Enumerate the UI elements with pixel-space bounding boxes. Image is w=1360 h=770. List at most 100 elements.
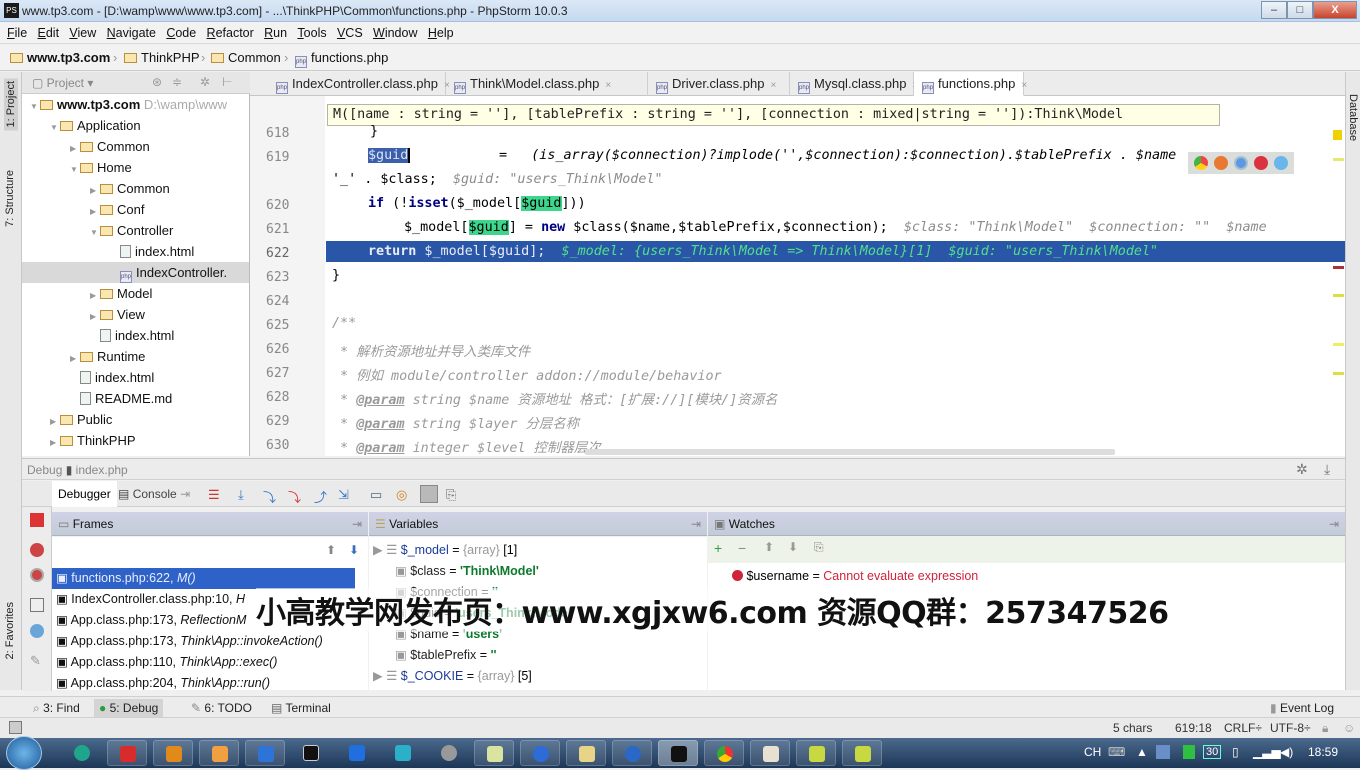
run-to-cursor-icon[interactable]: ⇲ [338, 487, 352, 502]
minimize-button[interactable]: – [1261, 1, 1287, 19]
step-over-icon[interactable]: ⤓ [238, 487, 252, 502]
collapse-all-icon[interactable]: ≑ [172, 75, 182, 89]
tray-app-icon[interactable] [1183, 745, 1195, 759]
taskbar-cmd[interactable] [291, 740, 331, 766]
taskbar-chrome[interactable] [704, 740, 744, 766]
taskbar-app[interactable] [383, 740, 423, 766]
tree-item[interactable]: ▶ Common [22, 136, 249, 157]
view-breakpoints-icon[interactable] [30, 543, 44, 557]
layout-icon[interactable] [30, 598, 44, 612]
editor-tab[interactable]: php functions.php × [914, 72, 1027, 96]
expanded-arrow-icon[interactable]: ▼ [90, 222, 100, 243]
toggle-icon[interactable] [420, 485, 438, 503]
tree-item[interactable]: README.md [22, 388, 249, 409]
close-tab-icon[interactable]: × [1021, 80, 1027, 91]
close-button[interactable]: X [1313, 1, 1357, 19]
ie-icon[interactable] [1274, 156, 1288, 170]
collapsed-arrow-icon[interactable]: ▶ [90, 201, 100, 222]
pin-icon[interactable]: ⇥ [352, 512, 362, 536]
tray-app-icon[interactable] [1156, 745, 1170, 759]
watch-icon[interactable]: ◎ [396, 487, 410, 502]
close-tab-icon[interactable]: × [605, 80, 611, 91]
add-watch-icon[interactable]: + [714, 540, 722, 556]
expand-arrow-icon[interactable]: ▶ [373, 669, 386, 683]
pin-icon[interactable]: ✎ [30, 653, 44, 668]
todo-tool-button[interactable]: ✎ 6: TODO [186, 699, 257, 717]
breadcrumb-root[interactable]: www.tp3.com [10, 50, 110, 65]
step-out-icon[interactable]: ⤴ [314, 487, 328, 505]
stop-icon[interactable] [30, 513, 44, 527]
tree-item[interactable]: ▶ ThinkPHP [22, 430, 249, 451]
taskbar-app[interactable] [245, 740, 285, 766]
menu-code[interactable]: Code [166, 26, 196, 40]
expanded-arrow-icon[interactable]: ▼ [70, 159, 80, 180]
frame-row[interactable]: ▣ App.class.php:204, Think\App::run() [52, 673, 355, 690]
line-separator[interactable]: CRLF÷ [1224, 721, 1262, 735]
keyboard-icon[interactable]: ⌨ [1108, 745, 1125, 759]
tree-item[interactable]: ▶ View [22, 304, 249, 325]
taskbar-app[interactable] [107, 740, 147, 766]
tree-item[interactable]: index.html [22, 325, 249, 346]
close-tab-icon[interactable]: × [770, 80, 776, 91]
editor-horizontal-scrollbar[interactable] [585, 449, 1115, 455]
code-editor[interactable]: 618 619 620 621 622 623 624 625 626 627 628 629 630 … [250, 96, 1345, 456]
start-button[interactable] [6, 736, 42, 770]
breadcrumb-common[interactable]: Common [211, 50, 281, 65]
menu-edit[interactable]: Edit [38, 26, 60, 40]
taskbar-app[interactable] [520, 740, 560, 766]
menu-file[interactable]: File [7, 26, 27, 40]
taskbar-app[interactable] [474, 740, 514, 766]
menu-run[interactable]: Run [264, 26, 287, 40]
editor-tab[interactable]: php IndexController.class.php × [268, 72, 450, 96]
taskbar-phpstorm[interactable] [658, 740, 698, 766]
clock[interactable]: 18:59 [1308, 745, 1338, 759]
up-arrow-icon[interactable]: ⬆ [326, 543, 336, 557]
hide-panel-icon[interactable]: ⊢ [222, 75, 232, 89]
tree-item[interactable]: ▶ Conf [22, 199, 249, 222]
menu-window[interactable]: Window [373, 26, 417, 40]
taskbar-app[interactable] [337, 740, 377, 766]
taskbar-explorer[interactable] [566, 740, 606, 766]
pin-icon[interactable]: ⇥ [1329, 512, 1339, 536]
collapsed-arrow-icon[interactable]: ▶ [50, 411, 60, 432]
project-tool-tab[interactable]: 1: Project [4, 78, 18, 131]
maximize-button[interactable]: □ [1287, 1, 1313, 19]
tree-item[interactable]: ▼ Application [22, 115, 249, 138]
tree-item[interactable]: index.html [22, 367, 249, 388]
menu-help[interactable]: Help [428, 26, 454, 40]
error-stripe-mark[interactable] [1333, 266, 1344, 269]
menu-tools[interactable]: Tools [297, 26, 326, 40]
file-encoding[interactable]: UTF-8÷ [1270, 721, 1311, 735]
database-tool-tab[interactable]: Database [1347, 94, 1359, 141]
move-up-icon[interactable]: ⬆ [764, 540, 774, 554]
sync-icon[interactable]: ⊛ [152, 75, 162, 89]
tree-item[interactable]: ▶ Runtime [22, 346, 249, 367]
tree-item[interactable]: ▼ Controller [22, 220, 249, 243]
console-tab[interactable]: ▤ Console ⇥ [118, 484, 190, 504]
lock-icon[interactable]: 🔒︎ [1322, 721, 1328, 736]
expanded-arrow-icon[interactable]: ▼ [50, 117, 60, 138]
show-hidden-icons[interactable]: ▲ [1136, 745, 1148, 759]
taskbar-app[interactable] [153, 740, 193, 766]
variable-row[interactable]: ▣ $tablePrefix = '' [395, 645, 497, 666]
evaluate-expression-icon[interactable]: ▭ [370, 487, 384, 502]
expanded-arrow-icon[interactable]: ▼ [30, 96, 40, 117]
menu-navigate[interactable]: Navigate [107, 26, 156, 40]
copy-icon[interactable]: ⎘ [814, 540, 824, 555]
structure-tool-tab[interactable]: 7: Structure [4, 170, 16, 227]
expand-arrow-icon[interactable]: ▶ [373, 543, 386, 557]
taskbar-app[interactable] [429, 740, 469, 766]
hide-panel-icon[interactable]: ⤓ [1324, 461, 1330, 478]
frame-row[interactable]: ▣ App.class.php:173, Think\App::invokeAc… [52, 631, 355, 652]
error-stripe-mark[interactable] [1333, 294, 1344, 297]
frame-row[interactable]: ▣ functions.php:622, M() [52, 568, 355, 589]
chrome-icon[interactable] [1194, 156, 1208, 170]
find-tool-button[interactable]: ⌕ 3: Find [28, 699, 85, 717]
variable-row[interactable]: ▣ $class = 'Think\Model' [395, 561, 539, 582]
settings-gear-icon[interactable]: ✲ [1296, 461, 1308, 478]
project-view-selector[interactable]: ▢ Project ▾ [32, 76, 93, 90]
collapsed-arrow-icon[interactable]: ▶ [90, 180, 100, 201]
tool-windows-toggle-icon[interactable] [9, 721, 22, 734]
down-arrow-icon[interactable]: ⬇ [349, 543, 359, 557]
editor-tab[interactable]: php Driver.class.php × [648, 72, 790, 96]
